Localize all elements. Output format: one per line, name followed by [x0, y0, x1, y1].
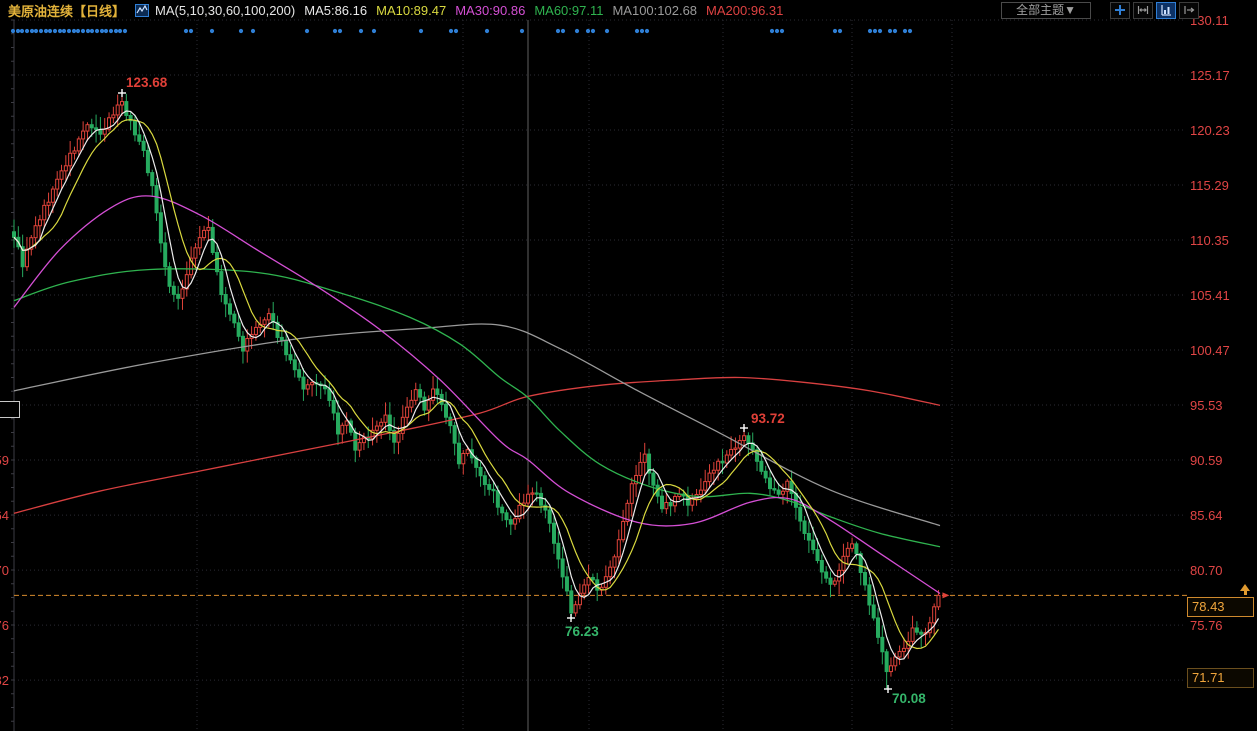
axis-range-icon[interactable] [1133, 2, 1153, 19]
ma200-value: MA200:96.31 [706, 3, 783, 18]
price-axis-label: 100.47 [1190, 343, 1230, 358]
top-bar: 美原油连续【日线】 MA(5,10,30,60,100,200) MA5:86.… [0, 0, 1257, 20]
left-axis-tag [0, 401, 20, 418]
last-price-arrow-icon [942, 592, 949, 598]
price-axis-label-clipped: 80.70 [0, 563, 9, 578]
price-axis-label: 115.29 [1190, 178, 1229, 193]
svg-text:70.08: 70.08 [892, 691, 926, 706]
event-dots [11, 29, 912, 33]
svg-text:123.68: 123.68 [126, 75, 168, 90]
auto-scale-icon[interactable] [1156, 2, 1176, 19]
ma-params-label: MA(5,10,30,60,100,200) [155, 3, 295, 18]
price-axis-label: 125.17 [1190, 68, 1230, 83]
price-axis-label-clipped: 85.64 [0, 508, 9, 523]
price-axis-label-clipped: 90.59 [0, 453, 9, 468]
ma-line-ma30 [14, 196, 940, 594]
ma-line-ma60 [14, 269, 940, 547]
candles-layer [13, 92, 940, 689]
ma10-value: MA10:89.47 [376, 3, 446, 18]
price-axis-label: 80.70 [1190, 563, 1223, 578]
price-axis-label: 75.76 [1190, 618, 1223, 633]
ma-line-ma100 [14, 324, 940, 526]
toolbar-right-cluster: 全部主题▼ [1001, 2, 1199, 19]
trading-app: 美原油连续【日线】 MA(5,10,30,60,100,200) MA5:86.… [0, 0, 1257, 731]
price-axis-label: 90.59 [1190, 453, 1223, 468]
ma30-value: MA30:90.86 [455, 3, 525, 18]
price-up-arrow-icon [1240, 584, 1250, 591]
secondary-price-tag: 71.71 [1187, 668, 1254, 688]
last-price-tag: 78.43 [1187, 597, 1254, 617]
gridlines [14, 20, 1186, 731]
candlestick-chart[interactable]: 123.68 93.72 76.23 70.08 [0, 0, 1257, 731]
swing-annotations: 123.68 93.72 76.23 70.08 [118, 75, 926, 706]
price-axis-label: 95.53 [1190, 398, 1223, 413]
ma-line-ma10 [14, 120, 939, 649]
price-axis-label: 120.23 [1190, 123, 1230, 138]
svg-text:93.72: 93.72 [751, 411, 785, 426]
price-axis-label-clipped: 70.82 [0, 673, 9, 688]
price-axis-label: 85.64 [1190, 508, 1223, 523]
price-axis-label: 110.35 [1190, 233, 1229, 248]
price-axis-label: 105.41 [1190, 288, 1230, 303]
ma60-value: MA60:97.11 [534, 3, 603, 18]
left-axis [11, 20, 14, 731]
ma100-value: MA100:102.68 [612, 3, 697, 18]
pan-to-latest-icon[interactable] [1179, 2, 1199, 19]
symbol-title: 美原油连续【日线】 [8, 1, 125, 20]
theme-dropdown[interactable]: 全部主题▼ [1001, 2, 1091, 19]
price-axis-label-clipped: 75.76 [0, 618, 9, 633]
svg-text:76.23: 76.23 [565, 624, 599, 639]
layout-grid-icon[interactable] [1110, 2, 1130, 19]
chart-tool-icons [1107, 2, 1199, 19]
line-chart-icon [135, 4, 149, 17]
ma5-value: MA5:86.16 [304, 3, 367, 18]
